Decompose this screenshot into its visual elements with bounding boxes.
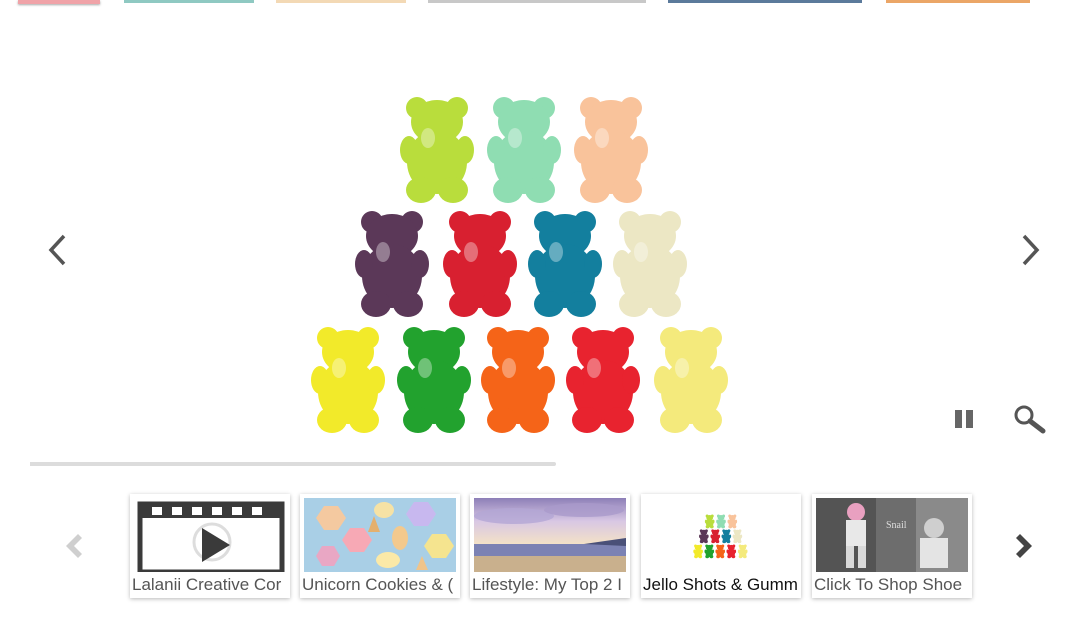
next-slide-button[interactable] bbox=[1012, 230, 1048, 270]
thumbnail-caption: Jello Shots & Gumm bbox=[643, 575, 798, 594]
slideshow-progress-fill bbox=[30, 462, 293, 466]
gummy-bears-image bbox=[645, 498, 797, 572]
fashion-photo-image: Snail bbox=[816, 498, 968, 572]
thumbnail-caption: Click To Shop Shoe bbox=[814, 575, 963, 594]
chevron-right-icon bbox=[1022, 234, 1040, 266]
category-tab-2[interactable] bbox=[124, 0, 254, 3]
film-play-icon bbox=[134, 498, 286, 572]
zoom-button[interactable] bbox=[1012, 404, 1046, 434]
slideshow-progress-bar bbox=[30, 462, 556, 466]
category-tab-4[interactable] bbox=[428, 0, 646, 3]
magnifier-icon bbox=[1014, 405, 1046, 434]
main-slide-image bbox=[300, 82, 740, 444]
category-tab-1[interactable] bbox=[18, 0, 100, 4]
category-tab-3[interactable] bbox=[276, 0, 406, 3]
category-tab-5[interactable] bbox=[668, 0, 862, 3]
thumbnail-item[interactable]: Lifestyle: My Top 2 I bbox=[470, 494, 630, 598]
chevron-right-icon bbox=[1016, 534, 1032, 558]
thumbnail-caption: Lalanii Creative Cor bbox=[132, 575, 282, 594]
chevron-left-icon bbox=[48, 234, 66, 266]
thumbnail-caption: Lifestyle: My Top 2 I bbox=[472, 575, 622, 594]
thumbnail-item[interactable]: Lalanii Creative Cor bbox=[130, 494, 290, 598]
thumbnail-item[interactable]: Unicorn Cookies & ( bbox=[300, 494, 460, 598]
previous-slide-button[interactable] bbox=[40, 230, 76, 270]
thumbnail-caption: Unicorn Cookies & ( bbox=[302, 575, 454, 594]
thumbnails-next-button[interactable] bbox=[1012, 530, 1040, 562]
pause-icon bbox=[955, 410, 973, 428]
thumbnail-item-active[interactable]: Jello Shots & Gumm bbox=[641, 494, 801, 598]
cookies-image bbox=[304, 498, 456, 572]
thumbnail-item[interactable]: Snail Click To Shop Shoe bbox=[812, 494, 972, 598]
thumbnails-previous-button[interactable] bbox=[58, 530, 86, 562]
pause-button[interactable] bbox=[952, 406, 976, 432]
category-tab-6[interactable] bbox=[886, 0, 1030, 3]
chevron-left-icon bbox=[66, 534, 82, 558]
svg-text:Snail: Snail bbox=[886, 520, 907, 531]
beach-sunset-image bbox=[474, 498, 626, 572]
category-tab-strip bbox=[0, 0, 1092, 8]
